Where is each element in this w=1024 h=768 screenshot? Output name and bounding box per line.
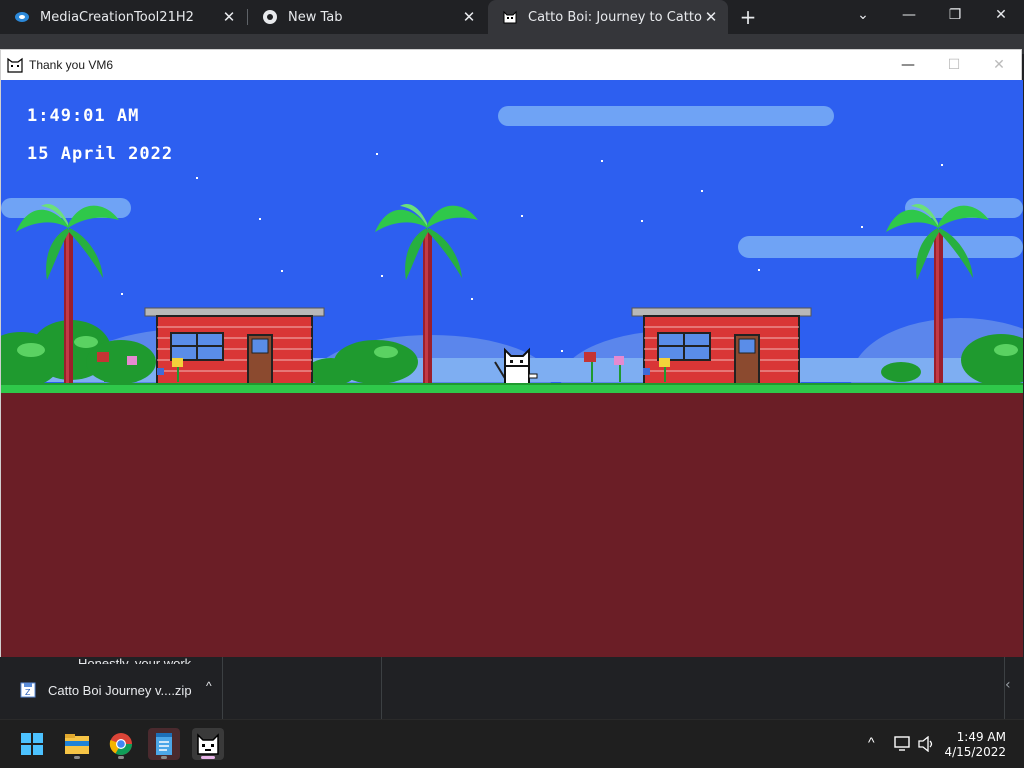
- system-tray: ^: [866, 720, 936, 768]
- download-item-label: Catto Boi Journey v....zip: [48, 682, 192, 698]
- download-separator: [222, 657, 223, 719]
- background-page-text: Honestly, your work: [78, 656, 192, 664]
- network-icon[interactable]: [894, 736, 912, 752]
- tab-new-tab[interactable]: New Tab ✕: [248, 0, 486, 34]
- brick-house-left: [144, 307, 325, 385]
- download-item[interactable]: Z Catto Boi Journey v....zip ^: [0, 661, 222, 719]
- tab-catto-boi[interactable]: Catto Boi: Journey to Catto Land ✕: [488, 0, 728, 34]
- file-explorer-icon[interactable]: [61, 728, 93, 760]
- game-clock-date: 15 April 2022: [27, 144, 174, 164]
- browser-tab-strip: MediaCreationTool21H2 ✕ New Tab ✕ Catto …: [0, 0, 1024, 34]
- cat-face-icon: [503, 10, 517, 24]
- svg-text:Z: Z: [25, 688, 31, 697]
- new-tab-button[interactable]: +: [736, 5, 760, 29]
- tab-label: MediaCreationTool21H2: [40, 9, 194, 25]
- chevron-right-icon[interactable]: ‹: [1005, 677, 1011, 693]
- ground: [1, 393, 1023, 657]
- notepad-icon[interactable]: [148, 728, 180, 760]
- close-tab-icon[interactable]: ✕: [460, 8, 478, 26]
- game-canvas[interactable]: 1:49:01 AM 15 April 2022: [1, 80, 1023, 657]
- chrome-icon[interactable]: [105, 728, 137, 760]
- windows-taskbar: ^ 1:49 AM 4/15/2022: [0, 719, 1024, 768]
- catto-boi-app-icon[interactable]: [192, 728, 224, 760]
- running-indicator: [118, 756, 124, 759]
- active-indicator: [201, 756, 215, 759]
- desktop-screen: MediaCreationTool21H2 ✕ New Tab ✕ Catto …: [0, 0, 1024, 768]
- media-creation-tool-icon: [15, 12, 29, 22]
- windows-start-icon[interactable]: [16, 728, 48, 760]
- game-clock-time: 1:49:01 AM: [27, 106, 140, 126]
- volume-icon[interactable]: [918, 736, 936, 752]
- tab-search-dropdown-icon[interactable]: ⌄: [840, 0, 886, 30]
- running-indicator: [161, 756, 167, 759]
- close-tab-icon[interactable]: ✕: [702, 8, 720, 26]
- game-popup-window: Thank you VM6 — ☐ ✕ 1:49:01 AM 15 April …: [0, 49, 1023, 657]
- game-scene: [1, 80, 1023, 657]
- download-separator: [381, 657, 382, 719]
- game-minimize-button[interactable]: —: [885, 50, 931, 80]
- chevron-up-icon[interactable]: ^: [868, 734, 875, 750]
- game-window-title: Thank you VM6: [29, 58, 114, 72]
- close-tab-icon[interactable]: ✕: [220, 8, 238, 26]
- cat-face-icon: [7, 57, 23, 73]
- game-maximize-button[interactable]: ☐: [931, 50, 977, 80]
- brick-house-right: [631, 307, 812, 385]
- taskbar-time: 1:49 AM: [956, 730, 1006, 744]
- tab-label: New Tab: [288, 9, 343, 25]
- browser-restore-button[interactable]: ❐: [932, 0, 978, 30]
- tab-media-creation-tool[interactable]: MediaCreationTool21H2 ✕: [0, 0, 246, 34]
- taskbar-date: 4/15/2022: [944, 745, 1006, 759]
- grass-tufts: [1, 383, 1023, 385]
- tab-label: Catto Boi: Journey to Catto Land: [528, 9, 703, 25]
- chevron-up-icon[interactable]: ^: [206, 679, 212, 693]
- download-bar: Z Catto Boi Journey v....zip ^ ‹: [0, 657, 1024, 719]
- game-close-button[interactable]: ✕: [976, 50, 1022, 80]
- browser-close-button[interactable]: ✕: [978, 0, 1024, 30]
- zip-file-icon: Z: [20, 682, 36, 698]
- running-indicator: [74, 756, 80, 759]
- chrome-icon: [263, 10, 277, 24]
- game-window-titlebar[interactable]: Thank you VM6 — ☐ ✕: [1, 50, 1021, 80]
- taskbar-clock[interactable]: 1:49 AM 4/15/2022: [944, 730, 1006, 760]
- browser-minimize-button[interactable]: —: [886, 0, 932, 30]
